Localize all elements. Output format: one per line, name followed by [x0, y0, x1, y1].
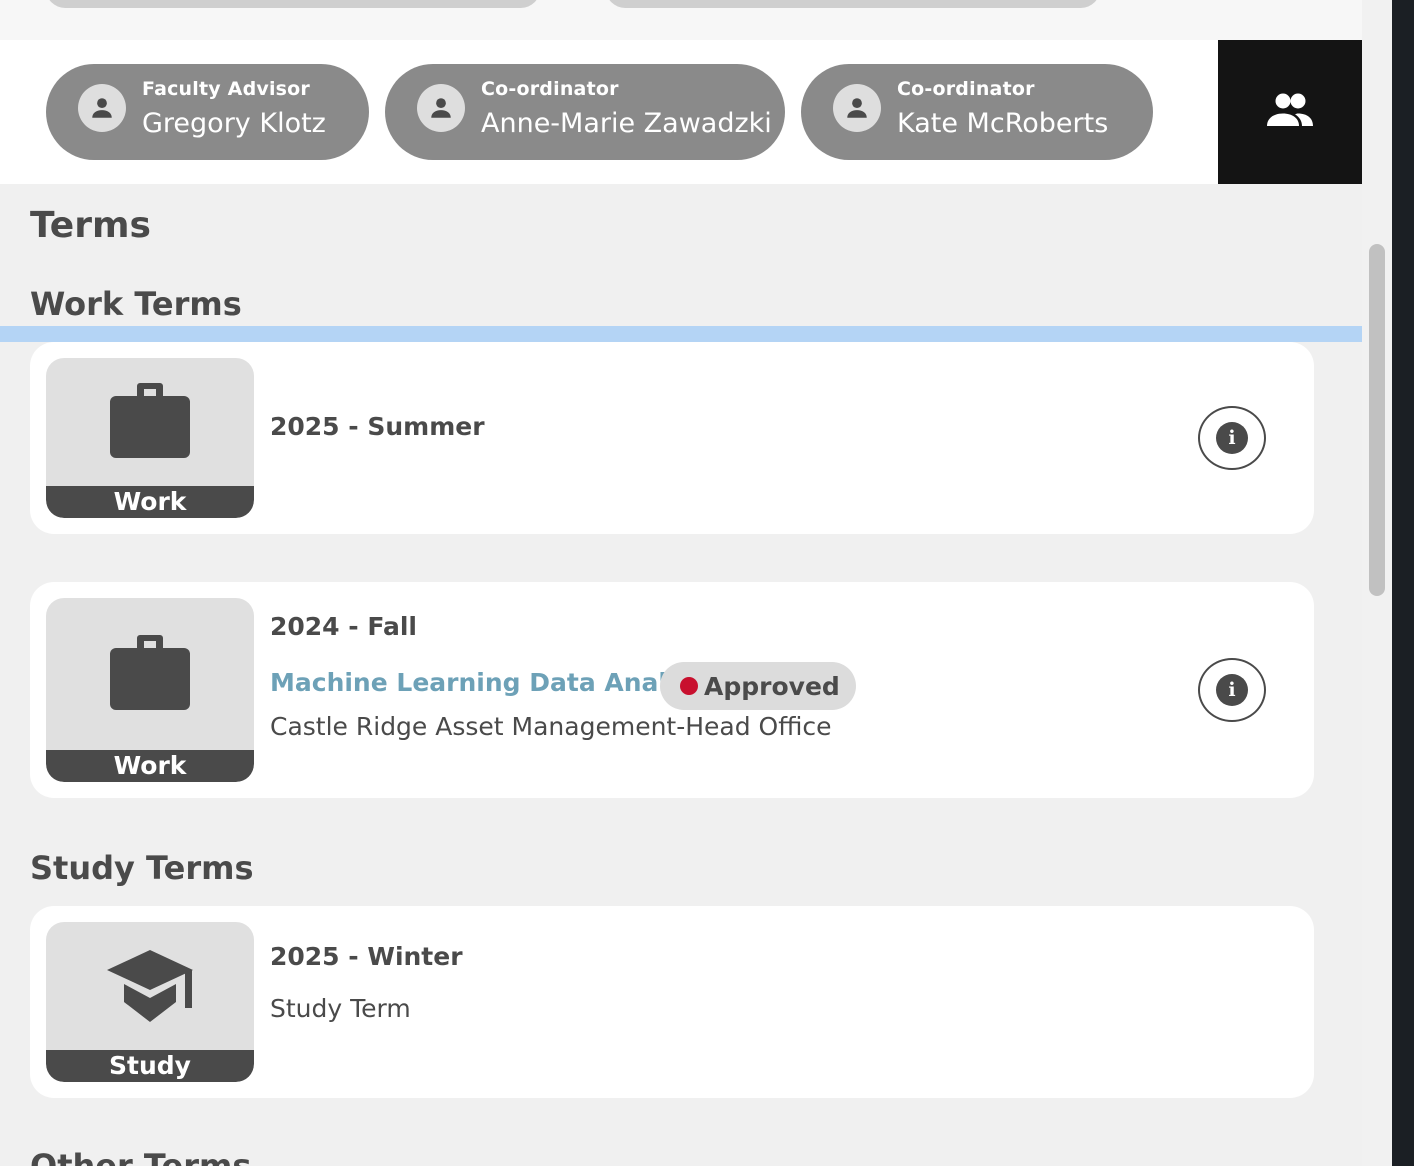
study-terms-heading: Study Terms [30, 849, 254, 887]
contact-name: Anne-Marie Zawadzki [481, 108, 772, 139]
scrollbar-thumb[interactable] [1369, 244, 1385, 596]
highlight-bar [0, 326, 1362, 342]
contacts-bar: Faculty Advisor Gregory Klotz Co-ordinat… [0, 40, 1218, 184]
other-terms-heading: Other Terms [30, 1147, 252, 1166]
work-terms-heading: Work Terms [30, 285, 242, 323]
contact-name: Gregory Klotz [142, 108, 326, 139]
contact-role: Faculty Advisor [142, 78, 311, 100]
contact-role: Co-ordinator [897, 78, 1035, 100]
contact-name: Kate McRoberts [897, 108, 1109, 139]
window-edge [1392, 0, 1414, 1166]
status-badge: Approved [660, 662, 856, 710]
term-title: 2024 - Fall [270, 612, 417, 641]
term-title: 2025 - Summer [270, 412, 485, 441]
term-card[interactable]: Work 2025 - Summer i [30, 342, 1314, 534]
main-content: Faculty Advisor Gregory Klotz Co-ordinat… [0, 0, 1362, 1166]
job-title-link[interactable]: Machine Learning Data Analyst [270, 668, 710, 697]
work-tile: Work [46, 358, 254, 518]
info-icon: i [1216, 422, 1248, 454]
term-card[interactable]: Work 2024 - Fall Machine Learning Data A… [30, 582, 1314, 798]
top-strip [0, 0, 1362, 40]
employer-name: Castle Ridge Asset Management-Head Offic… [270, 712, 832, 741]
term-title: 2025 - Winter [270, 942, 463, 971]
info-button[interactable]: i [1198, 406, 1266, 470]
person-icon [417, 84, 465, 132]
term-subtitle: Study Term [270, 994, 411, 1023]
term-card[interactable]: Study 2025 - Winter Study Term [30, 906, 1314, 1098]
info-icon: i [1216, 674, 1248, 706]
contact-role: Co-ordinator [481, 78, 619, 100]
tile-label: Work [46, 750, 254, 782]
briefcase-icon [46, 634, 254, 710]
study-tile: Study [46, 922, 254, 1082]
briefcase-icon [46, 382, 254, 458]
person-icon [78, 84, 126, 132]
contact-coordinator[interactable]: Co-ordinator Anne-Marie Zawadzki [385, 64, 785, 160]
scrollbar-track[interactable] [1362, 0, 1392, 1166]
graduation-cap-icon [46, 948, 254, 1024]
contacts-toggle-button[interactable] [1218, 40, 1362, 184]
tile-label: Work [46, 486, 254, 518]
contact-faculty-advisor[interactable]: Faculty Advisor Gregory Klotz [46, 64, 369, 160]
contact-pill-partial[interactable] [46, 0, 540, 8]
info-button[interactable]: i [1198, 658, 1266, 722]
contact-coordinator[interactable]: Co-ordinator Kate McRoberts [801, 64, 1153, 160]
work-tile: Work [46, 598, 254, 782]
group-icon [1266, 92, 1314, 132]
status-dot [680, 677, 698, 695]
tile-label: Study [46, 1050, 254, 1082]
person-icon [833, 84, 881, 132]
terms-heading: Terms [30, 205, 151, 246]
status-label: Approved [704, 671, 840, 701]
contact-pill-partial[interactable] [606, 0, 1100, 8]
